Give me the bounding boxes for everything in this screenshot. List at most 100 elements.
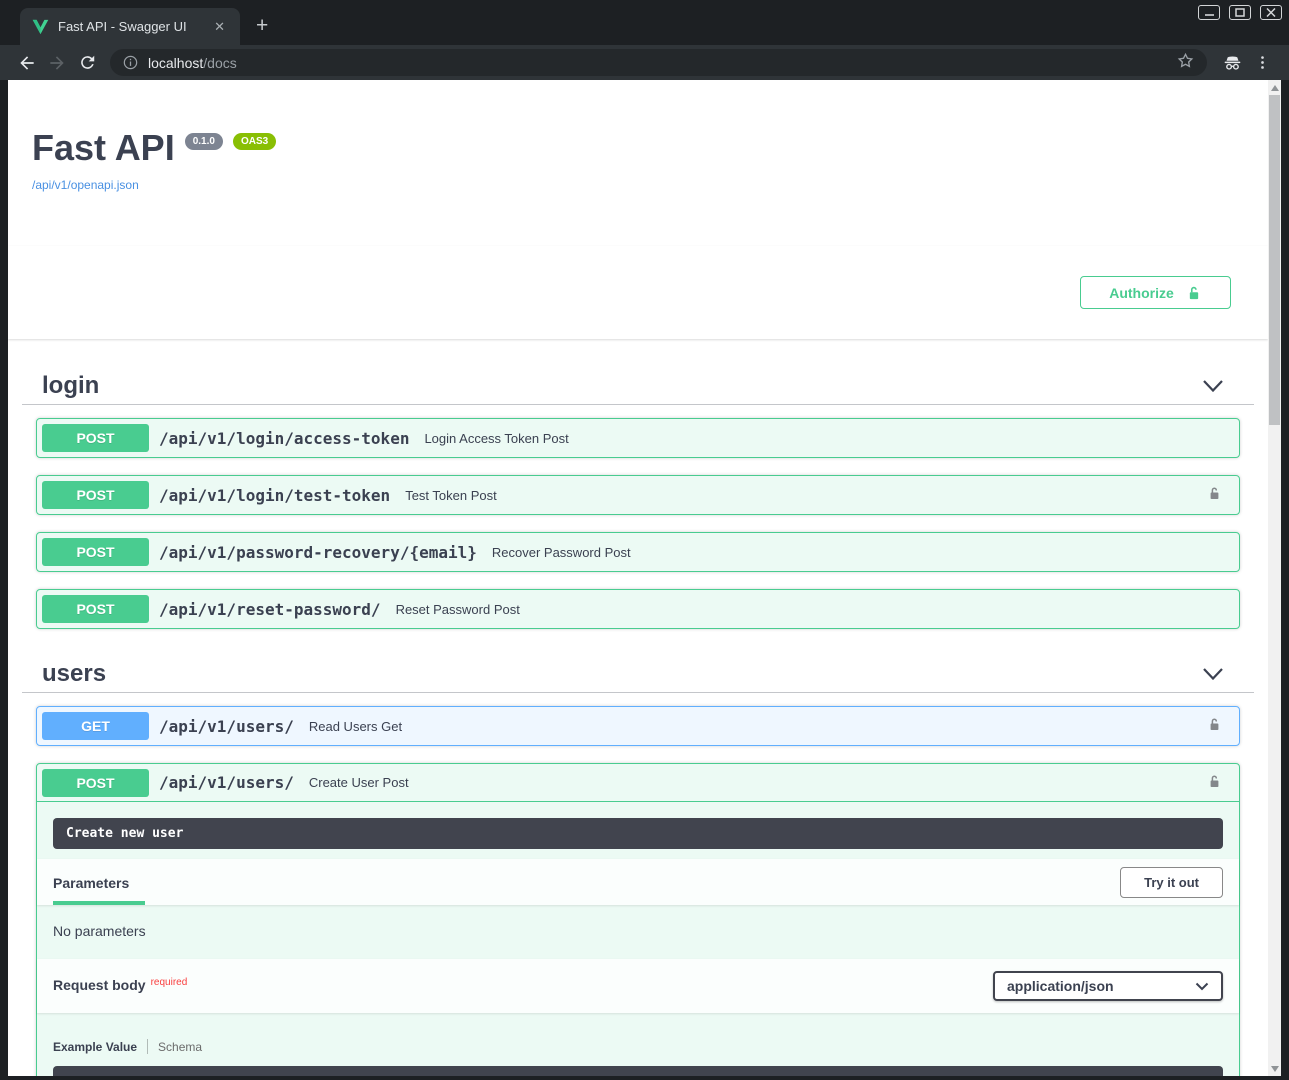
address-bar[interactable]: localhost/docs <box>110 49 1207 76</box>
tab-close-icon[interactable]: ✕ <box>209 17 230 37</box>
star-icon <box>1176 51 1195 70</box>
browser-titlebar: Fast API - Swagger UI ✕ + <box>0 0 1289 45</box>
parameters-tab[interactable]: Parameters <box>53 861 145 905</box>
op-path: /api/v1/users/ <box>159 717 294 736</box>
op-summary[interactable]: POST /api/v1/login/test-token Test Token… <box>37 476 1239 514</box>
method-badge: POST <box>42 769 149 797</box>
opblock-body: Create new user Parameters Try it out No… <box>37 818 1239 1076</box>
oas3-badge: OAS3 <box>233 133 276 150</box>
parameters-header: Parameters Try it out <box>37 859 1239 905</box>
minimize-button[interactable] <box>1198 5 1220 20</box>
tab-title: Fast API - Swagger UI <box>58 19 209 34</box>
page-viewport: Fast API 0.1.0 OAS3 /api/v1/openapi.json… <box>8 80 1281 1076</box>
op-path: /api/v1/login/access-token <box>159 429 409 448</box>
close-icon <box>1266 8 1276 17</box>
minimize-icon <box>1204 8 1215 17</box>
unlock-icon <box>1186 285 1202 301</box>
lock-unlocked-icon <box>1207 485 1222 502</box>
method-badge: POST <box>42 538 149 566</box>
page-title: Fast API <box>32 128 175 168</box>
op-summary[interactable]: POST /api/v1/login/access-token Login Ac… <box>37 419 1239 457</box>
new-tab-button[interactable]: + <box>256 14 268 38</box>
op-summary-text: Create User Post <box>309 775 409 790</box>
reload-button[interactable] <box>72 48 102 78</box>
auth-lock-button[interactable] <box>1207 485 1222 505</box>
chevron-down-icon[interactable] <box>1202 667 1224 681</box>
back-arrow-icon <box>17 53 37 73</box>
request-body-header: Request body required application/json <box>37 959 1239 1013</box>
operations-list: login POST /api/v1/login/access-token Lo… <box>8 367 1268 1076</box>
content-type-select[interactable]: application/json <box>993 971 1223 1001</box>
reload-icon <box>78 53 97 72</box>
content-type-value: application/json <box>1007 978 1114 994</box>
required-label: required <box>151 977 188 988</box>
three-dots-icon <box>1254 54 1271 71</box>
op-summary-text: Test Token Post <box>405 488 497 503</box>
tag-header-login[interactable]: login <box>22 367 1254 405</box>
window-controls <box>1198 5 1282 20</box>
request-body-label: Request body <box>53 977 146 993</box>
operation-description: Create new user <box>53 818 1223 849</box>
auth-lock-button[interactable] <box>1207 773 1222 793</box>
schema-tab[interactable]: Schema <box>158 1040 202 1054</box>
api-info: Fast API 0.1.0 OAS3 /api/v1/openapi.json <box>8 80 1268 194</box>
url-text[interactable]: localhost/docs <box>148 55 237 71</box>
method-badge: POST <box>42 595 149 623</box>
auth-lock-button[interactable] <box>1207 716 1222 736</box>
url-path: /docs <box>203 55 236 71</box>
bookmark-button[interactable] <box>1176 51 1195 75</box>
browser-tab[interactable]: Fast API - Swagger UI ✕ <box>20 8 240 45</box>
method-badge: POST <box>42 481 149 509</box>
example-code-block: { <box>53 1066 1223 1076</box>
browser-window: Fast API - Swagger UI ✕ + <box>0 0 1289 1080</box>
op-summary[interactable]: POST /api/v1/password-recovery/{email} R… <box>37 533 1239 571</box>
maximize-button[interactable] <box>1229 5 1251 20</box>
op-summary-text: Login Access Token Post <box>424 431 568 446</box>
op-summary-text: Reset Password Post <box>396 602 520 617</box>
example-value-tab[interactable]: Example Value <box>53 1040 137 1054</box>
forward-arrow-icon <box>47 53 67 73</box>
op-path: /api/v1/password-recovery/{email} <box>159 543 477 562</box>
lock-unlocked-icon <box>1207 716 1222 733</box>
back-button[interactable] <box>12 48 42 78</box>
scrollbar-down-arrow[interactable] <box>1268 1062 1281 1075</box>
tab-separator <box>147 1039 148 1054</box>
scrollbar-thumb[interactable] <box>1269 95 1280 425</box>
method-badge: GET <box>42 712 149 740</box>
op-path: /api/v1/users/ <box>159 773 294 792</box>
op-summary[interactable]: POST /api/v1/users/ Create User Post <box>37 764 1239 802</box>
chevron-down-icon <box>1195 982 1209 991</box>
op-summary-text: Recover Password Post <box>492 545 631 560</box>
browser-toolbar: localhost/docs <box>0 45 1289 80</box>
tag-name-users: users <box>42 657 106 690</box>
op-summary-text: Read Users Get <box>309 719 402 734</box>
site-info-icon[interactable] <box>122 54 139 71</box>
opblock-login-test-token: POST /api/v1/login/test-token Test Token… <box>36 475 1240 515</box>
browser-menu-button[interactable] <box>1247 48 1277 78</box>
opblock-password-recovery: POST /api/v1/password-recovery/{email} R… <box>36 532 1240 572</box>
version-badge: 0.1.0 <box>185 133 223 150</box>
tag-header-users[interactable]: users <box>22 655 1254 693</box>
chevron-down-icon[interactable] <box>1202 379 1224 393</box>
try-it-out-button[interactable]: Try it out <box>1120 867 1223 898</box>
openapi-spec-link[interactable]: /api/v1/openapi.json <box>32 178 139 192</box>
op-summary[interactable]: POST /api/v1/reset-password/ Reset Passw… <box>37 590 1239 628</box>
tag-section-login: login POST /api/v1/login/access-token Lo… <box>22 367 1254 629</box>
op-path: /api/v1/reset-password/ <box>159 600 381 619</box>
opblock-login-access-token: POST /api/v1/login/access-token Login Ac… <box>36 418 1240 458</box>
close-window-button[interactable] <box>1260 5 1282 20</box>
lock-unlocked-icon <box>1207 773 1222 790</box>
vite-favicon-icon <box>32 19 49 35</box>
forward-button[interactable] <box>42 48 72 78</box>
op-path: /api/v1/login/test-token <box>159 486 390 505</box>
page-scrollbar[interactable] <box>1268 80 1281 1076</box>
op-summary[interactable]: GET /api/v1/users/ Read Users Get <box>37 707 1239 745</box>
scheme-container: Authorize <box>8 246 1268 339</box>
scrollbar-up-arrow[interactable] <box>1268 81 1281 94</box>
no-parameters-text: No parameters <box>37 905 1239 959</box>
tag-section-users: users GET /api/v1/users/ Read Users Get <box>22 655 1254 1076</box>
authorize-button[interactable]: Authorize <box>1080 276 1231 309</box>
example-tabs: Example Value Schema <box>53 1039 1223 1054</box>
opblock-read-users: GET /api/v1/users/ Read Users Get <box>36 706 1240 746</box>
incognito-icon <box>1222 52 1243 73</box>
